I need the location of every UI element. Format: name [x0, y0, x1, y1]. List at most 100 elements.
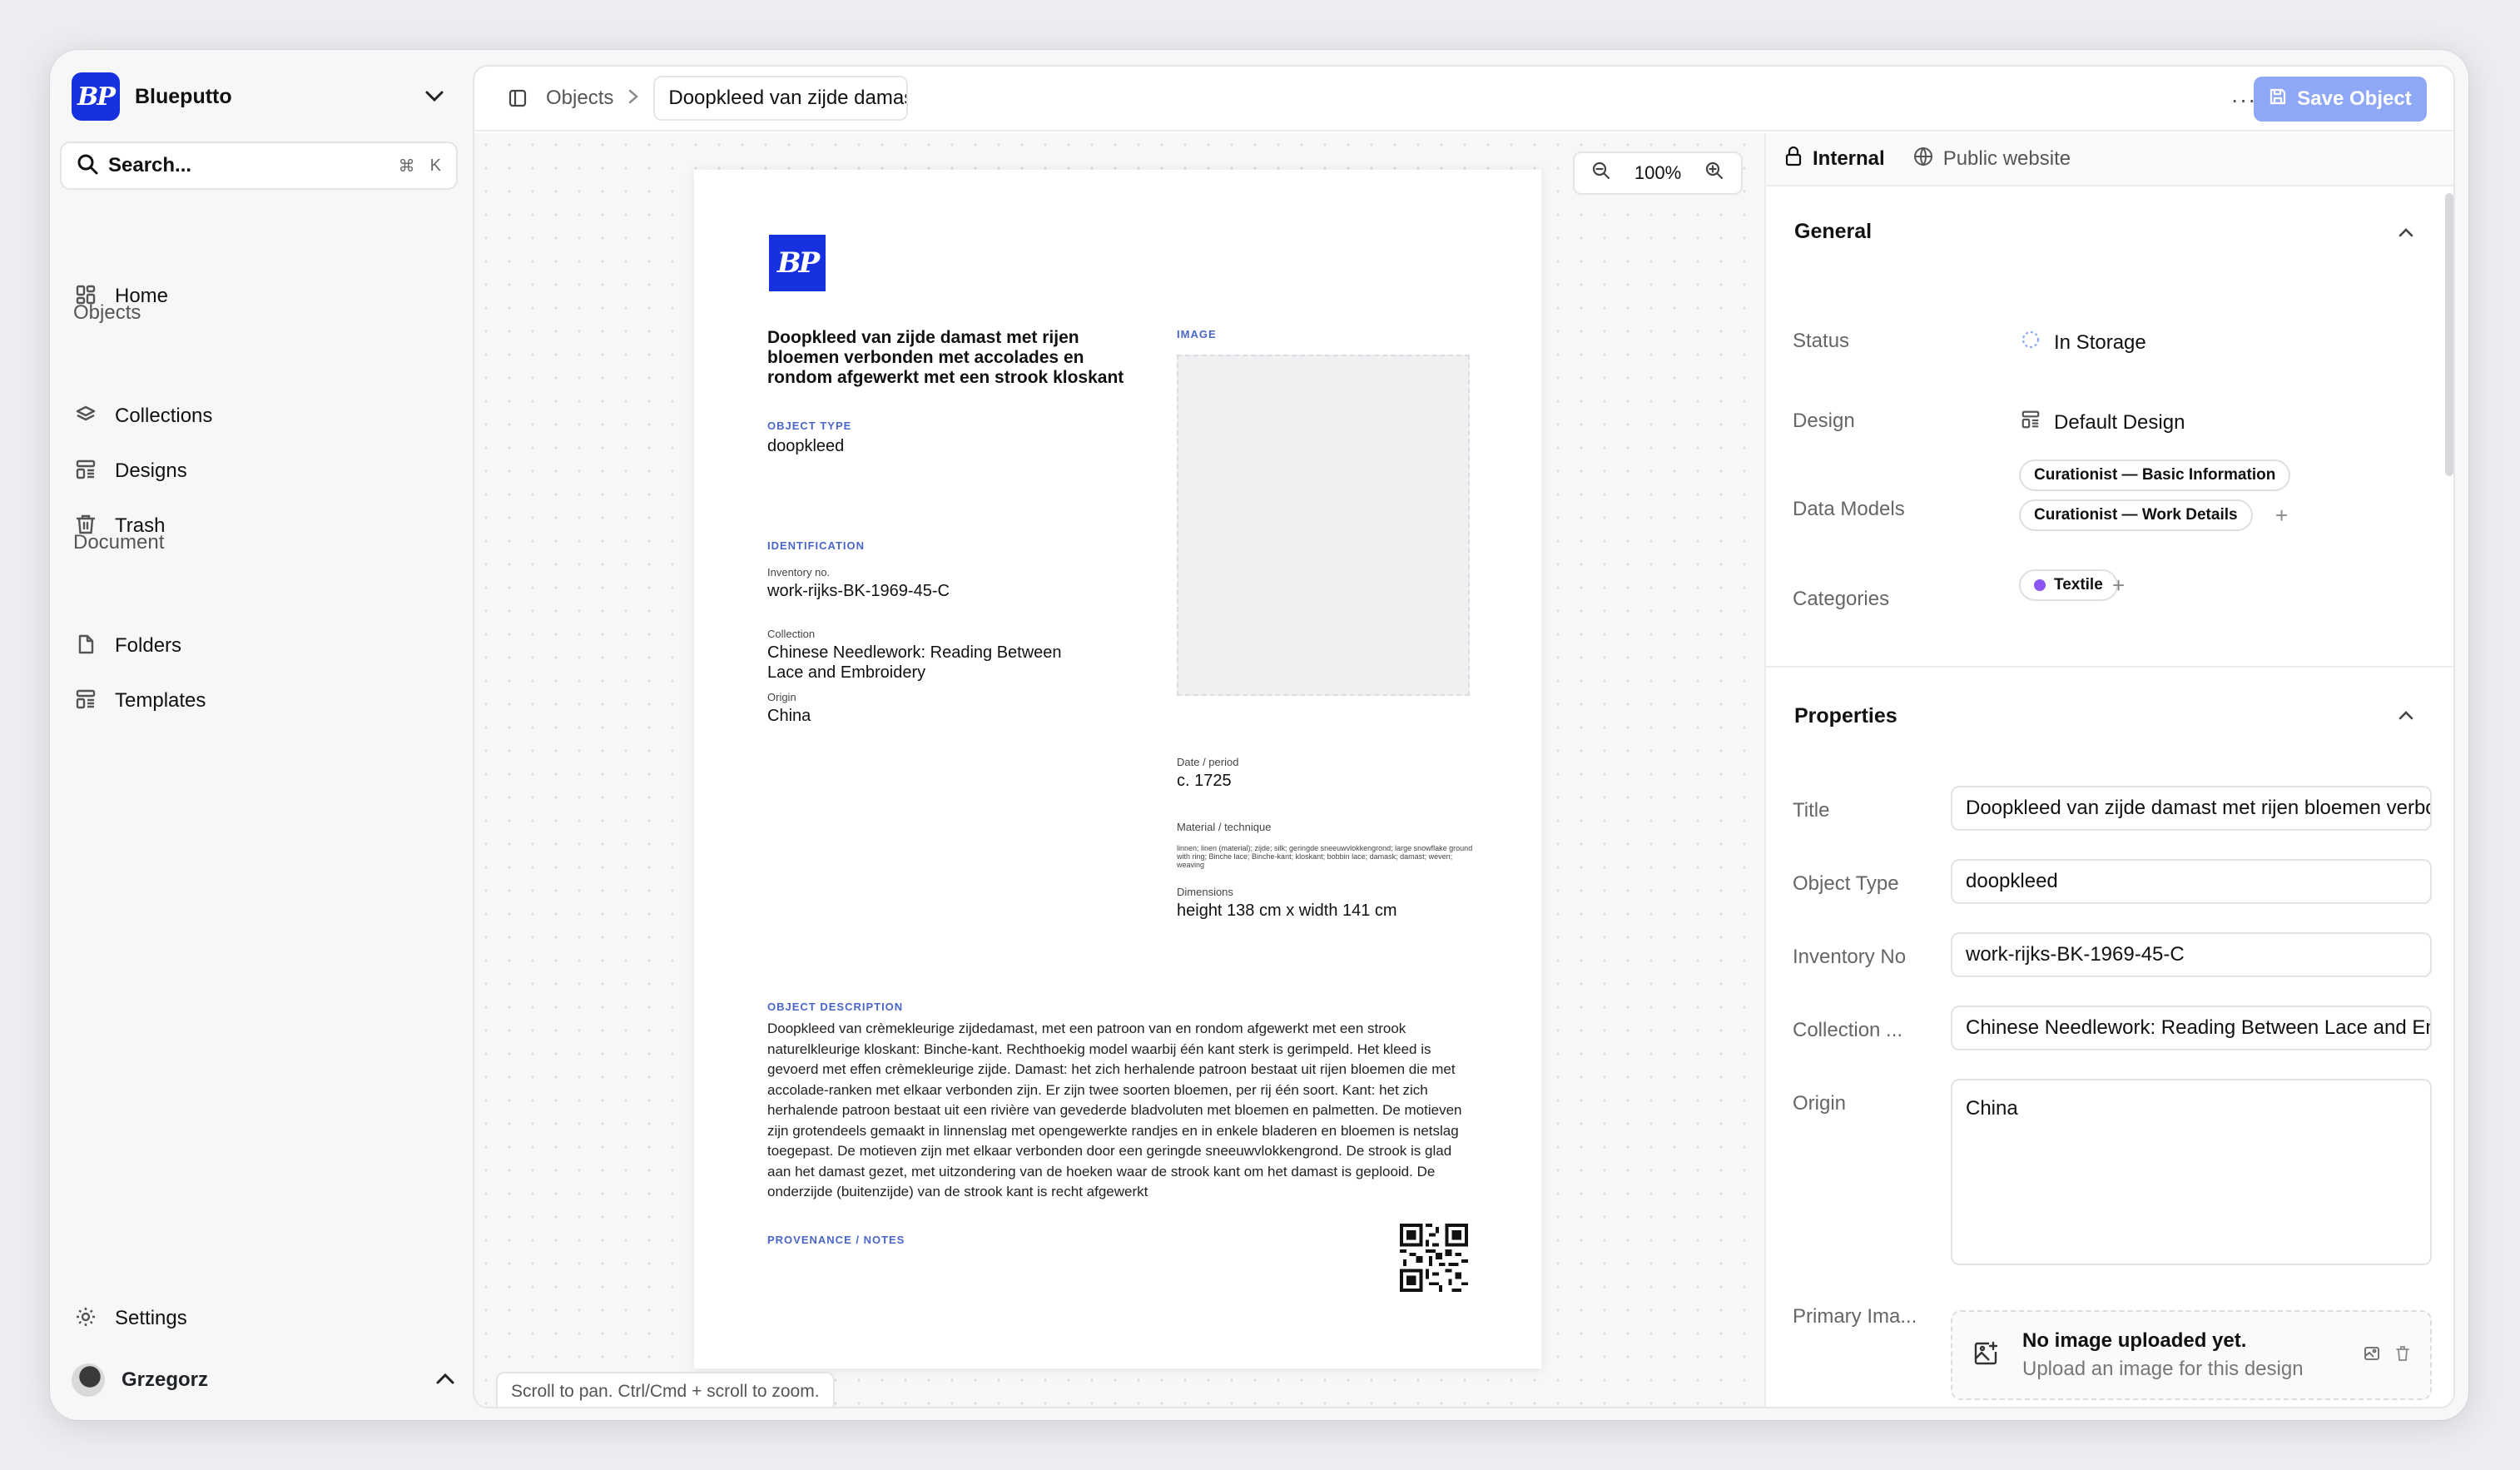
layers-icon	[75, 404, 97, 430]
primary-image-label: Primary Ima...	[1793, 1305, 1917, 1328]
material-label: Material / technique	[1177, 821, 1272, 833]
user-menu[interactable]: Grzegorz	[72, 1357, 454, 1403]
origin-value: China	[767, 707, 811, 725]
data-model-chip[interactable]: Curationist — Work Details	[2019, 499, 2253, 531]
brand-logo: BP	[72, 72, 120, 121]
sidebar-item-collections[interactable]: Collections	[72, 393, 454, 440]
delete-image-icon[interactable]	[2395, 1345, 2410, 1366]
breadcrumb-objects[interactable]: Objects	[546, 87, 613, 110]
general-section-title: General	[1794, 220, 1873, 243]
topbar: Objects Doopkleed van zijde damast met r…	[474, 67, 2453, 132]
document-sheet[interactable]: BP Doopkleed van zijde damast met rijen …	[694, 170, 1541, 1368]
dimensions-value: height 138 cm x width 141 cm	[1177, 901, 1397, 920]
status-value[interactable]: In Storage	[2021, 330, 2146, 355]
category-chip[interactable]: Textile	[2019, 569, 2118, 601]
categories-label: Categories	[1793, 588, 1890, 610]
data-models-label: Data Models	[1793, 498, 1905, 520]
collection-value: Chinese Needlework: Reading Between Lace…	[767, 643, 1062, 682]
chevron-down-icon[interactable]	[418, 80, 451, 113]
identification-caption: IDENTIFICATION	[767, 539, 866, 552]
collection-field[interactable]: Chinese Needlework: Reading Between Lace…	[1951, 1006, 2432, 1050]
nav-section-document: Document	[73, 531, 165, 554]
replace-image-icon[interactable]	[2364, 1345, 2380, 1366]
zoom-in-icon[interactable]	[1704, 161, 1724, 186]
dimensions-label: Dimensions	[1177, 886, 1233, 898]
sidebar-item-label: Designs	[115, 459, 187, 482]
object-type-label: Object Type	[1793, 872, 1899, 895]
globe-icon	[1913, 147, 1933, 172]
chevron-up-icon[interactable]	[2394, 703, 2418, 728]
description-text: Doopkleed van crèmekleurige zijdedamast,…	[767, 1021, 1462, 1199]
properties-panel: Internal Public website General Status I…	[1764, 133, 2453, 1407]
sidebar-toggle-icon[interactable]	[503, 83, 533, 113]
panel-scrollbar[interactable]	[2445, 193, 2453, 476]
lock-icon	[1784, 146, 1803, 172]
search-label: Search...	[108, 154, 192, 176]
primary-image-dropzone[interactable]: No image uploaded yet. Upload an image f…	[1951, 1310, 2432, 1400]
workspace-name: Blueputto	[135, 84, 232, 108]
layout-icon	[75, 459, 97, 484]
visibility-tabs: Internal Public website	[1766, 133, 2453, 186]
workspace-switcher[interactable]: BP Blueputto	[72, 68, 451, 125]
status-circle-icon	[2021, 330, 2041, 355]
add-data-model-button[interactable]: +	[2275, 503, 2288, 529]
design-value[interactable]: Default Design	[2021, 410, 2185, 435]
upload-subtitle: Upload an image for this design	[2022, 1358, 2304, 1380]
gear-icon	[75, 1306, 97, 1332]
save-icon	[2269, 87, 2287, 112]
inventory-value: work-rijks-BK-1969-45-C	[767, 582, 950, 600]
tab-public-website[interactable]: Public website	[1913, 147, 2071, 172]
design-label: Design	[1793, 410, 1855, 432]
image-placeholder	[1177, 355, 1470, 696]
sidebar-item-folders[interactable]: Folders	[72, 623, 454, 669]
origin-field[interactable]: China	[1951, 1079, 2432, 1265]
title-label: Title	[1793, 799, 1830, 822]
image-caption: IMAGE	[1177, 328, 1217, 340]
search-input[interactable]: Search... ⌘ K	[60, 142, 458, 190]
file-icon	[75, 633, 97, 659]
date-value: c. 1725	[1177, 772, 1232, 790]
properties-section-title: Properties	[1794, 704, 1897, 728]
sidebar-item-label: Folders	[115, 634, 182, 657]
sidebar: BP Blueputto Search... ⌘ K Home Objects	[50, 50, 473, 1420]
status-label: Status	[1793, 330, 1850, 352]
sidebar-item-designs[interactable]: Designs	[72, 448, 454, 494]
sidebar-item-templates[interactable]: Templates	[72, 678, 454, 724]
shortcut-key: K	[429, 156, 441, 175]
avatar	[72, 1363, 105, 1397]
date-label: Date / period	[1177, 756, 1239, 768]
layout-icon	[2021, 410, 2041, 435]
design-canvas[interactable]: 100% BP Doopkleed van zijde damast met r…	[474, 133, 1764, 1407]
search-icon	[77, 153, 98, 179]
title-field[interactable]: Doopkleed van zijde damast met rijen blo…	[1951, 786, 2432, 831]
canvas-hint: Scroll to pan. Ctrl/Cmd + scroll to zoom…	[496, 1372, 835, 1407]
data-model-chip[interactable]: Curationist — Basic Information	[2019, 459, 2291, 491]
material-value: linnen; linen (material); zijde; silk; g…	[1177, 844, 1473, 869]
layout-icon	[75, 688, 97, 714]
sidebar-item-label: Settings	[115, 1307, 187, 1329]
object-type-caption: OBJECT TYPE	[767, 420, 852, 432]
save-object-button[interactable]: Save Object	[2254, 77, 2427, 122]
tab-internal[interactable]: Internal	[1784, 146, 1885, 172]
zoom-level: 100%	[1634, 162, 1682, 183]
origin-label: Origin	[767, 691, 796, 703]
inventory-no-label: Inventory No	[1793, 946, 1907, 968]
sidebar-item-settings[interactable]: Settings	[72, 1295, 454, 1342]
inventory-no-field[interactable]: work-rijks-BK-1969-45-C	[1951, 932, 2432, 977]
sheet-title: Doopkleed van zijde damast met rijen blo…	[767, 328, 1124, 387]
app-window: BP Blueputto Search... ⌘ K Home Objects	[50, 50, 2468, 1420]
breadcrumb-current[interactable]: Doopkleed van zijde damast met rijen blo…	[653, 76, 909, 121]
object-type-field[interactable]: doopkleed	[1951, 859, 2432, 904]
add-category-button[interactable]: +	[2112, 573, 2125, 598]
collection-label: Collection ...	[1793, 1019, 1903, 1041]
nav-section-objects: Objects	[73, 301, 141, 324]
sheet-logo: BP	[769, 235, 826, 291]
shortcut-mod: ⌘	[398, 156, 415, 176]
inventory-label: Inventory no.	[767, 566, 831, 579]
sidebar-item-label: Collections	[115, 405, 213, 427]
image-add-icon	[1972, 1340, 1999, 1371]
origin-label: Origin	[1793, 1092, 1847, 1115]
chevron-up-icon[interactable]	[436, 1373, 454, 1388]
chevron-up-icon[interactable]	[2394, 220, 2418, 245]
zoom-out-icon[interactable]	[1591, 161, 1611, 186]
